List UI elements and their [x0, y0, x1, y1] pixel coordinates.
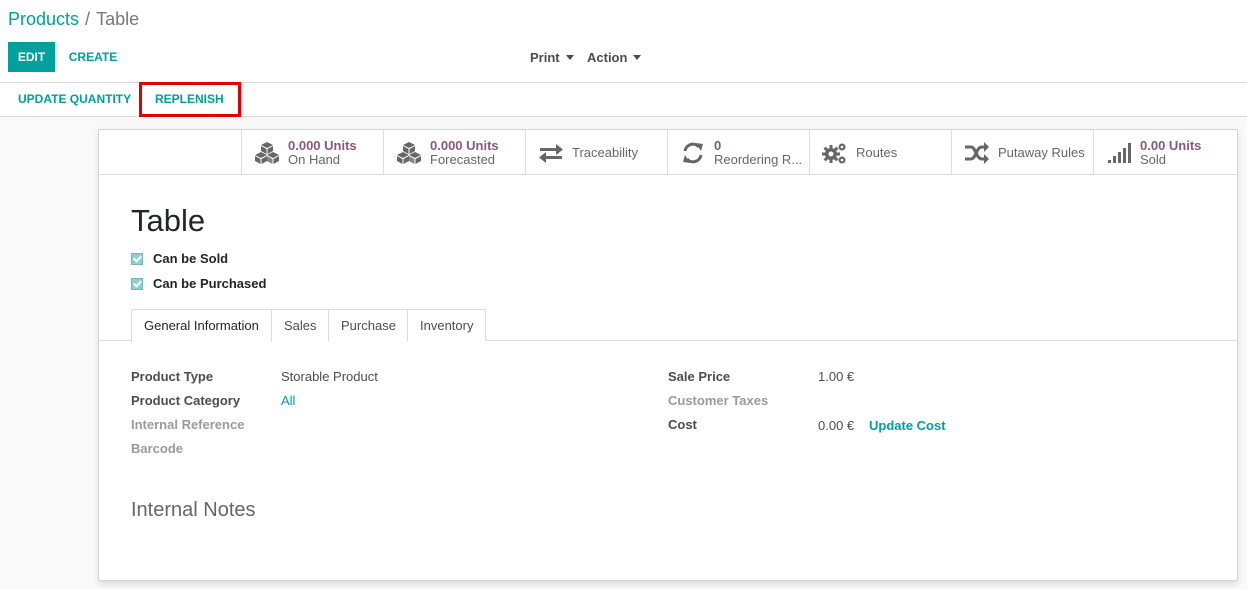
putaway-rules-button[interactable]: Putaway Rules	[951, 130, 1093, 174]
smart-button-box: 0.000 Units On Hand 0.000 Units Forecast…	[99, 130, 1237, 175]
sold-label: Sold	[1140, 152, 1167, 167]
can-be-sold-checkbox-row[interactable]: Can be Sold	[131, 251, 228, 266]
product-type-label: Product Type	[131, 369, 214, 384]
refresh-icon	[683, 142, 703, 164]
routes-button[interactable]: Routes	[809, 130, 951, 174]
update-cost-button[interactable]: Update Cost	[869, 418, 946, 433]
routes-label: Routes	[856, 145, 898, 160]
forecasted-button[interactable]: 0.000 Units Forecasted	[383, 130, 525, 174]
forecasted-label: Forecasted	[430, 152, 496, 167]
notebook-tabs: General Information Sales Purchase Inven…	[99, 309, 1237, 342]
tab-general-information[interactable]: General Information	[131, 309, 272, 342]
breadcrumb-separator: /	[85, 9, 91, 29]
gears-icon	[822, 143, 846, 164]
update-quantity-button[interactable]: UPDATE QUANTITY	[8, 83, 141, 116]
edit-button[interactable]: EDIT	[8, 42, 55, 72]
sold-button[interactable]: 0.00 Units Sold	[1093, 130, 1235, 174]
random-icon	[965, 142, 989, 164]
cubes-icon	[397, 142, 421, 164]
cost-label: Cost	[668, 417, 697, 432]
on-hand-button[interactable]: 0.000 Units On Hand	[241, 130, 383, 174]
breadcrumb-products-link[interactable]: Products	[8, 9, 79, 29]
internal-notes-title: Internal Notes	[131, 499, 256, 521]
tab-sales[interactable]: Sales	[271, 309, 330, 341]
signal-bars-icon	[1108, 143, 1131, 163]
action-dropdown[interactable]: Action	[587, 50, 642, 65]
action-dropdown-label: Action	[587, 50, 628, 65]
product-name[interactable]: Table	[131, 203, 205, 239]
on-hand-value: 0.000 Units	[288, 138, 357, 153]
breadcrumb-current: Table	[96, 9, 140, 29]
create-button[interactable]: CREATE	[63, 42, 123, 72]
barcode-label: Barcode	[131, 441, 184, 456]
sale-price-value[interactable]: 1.00 €	[818, 369, 854, 384]
replenish-button[interactable]: REPLENISH	[145, 83, 234, 116]
can-be-purchased-label: Can be Purchased	[153, 276, 267, 291]
can-be-sold-checkbox[interactable]	[131, 253, 143, 265]
form-statusbar: UPDATE QUANTITY REPLENISH	[0, 83, 1247, 117]
reordering-rules-button[interactable]: 0 Reordering R...	[667, 130, 809, 174]
can-be-sold-label: Can be Sold	[153, 251, 229, 266]
reordering-rules-value: 0	[714, 138, 722, 153]
can-be-purchased-checkbox[interactable]	[131, 278, 143, 290]
cost-value[interactable]: 0.00 €	[818, 418, 854, 433]
control-panel: Products / Table EDIT CREATE Print Action	[0, 0, 1247, 83]
form-sheet: 0.000 Units On Hand 0.000 Units Forecast…	[98, 129, 1238, 581]
forecasted-value: 0.000 Units	[430, 138, 499, 153]
product-category-label: Product Category	[131, 393, 241, 408]
print-dropdown-label: Print	[530, 50, 560, 65]
exchange-arrows-icon	[539, 144, 563, 163]
print-dropdown[interactable]: Print	[530, 50, 574, 65]
product-type-value[interactable]: Storable Product	[281, 369, 378, 384]
tab-inventory[interactable]: Inventory	[407, 309, 487, 341]
can-be-purchased-checkbox-row[interactable]: Can be Purchased	[131, 276, 266, 291]
breadcrumb: Products / Table	[8, 9, 139, 30]
internal-reference-label: Internal Reference	[131, 417, 245, 432]
caret-down-icon	[633, 55, 642, 60]
cubes-icon	[255, 142, 279, 164]
tab-purchase[interactable]: Purchase	[328, 309, 409, 341]
reordering-rules-label: Reordering R...	[714, 152, 803, 167]
sale-price-label: Sale Price	[668, 369, 731, 384]
sold-value: 0.00 Units	[1140, 138, 1202, 153]
customer-taxes-label: Customer Taxes	[668, 393, 769, 408]
traceability-button[interactable]: Traceability	[525, 130, 667, 174]
putaway-rules-label: Putaway Rules	[998, 145, 1085, 160]
traceability-label: Traceability	[572, 145, 638, 160]
on-hand-label: On Hand	[288, 152, 341, 167]
product-category-link[interactable]: All	[281, 393, 295, 408]
caret-down-icon	[565, 55, 574, 60]
